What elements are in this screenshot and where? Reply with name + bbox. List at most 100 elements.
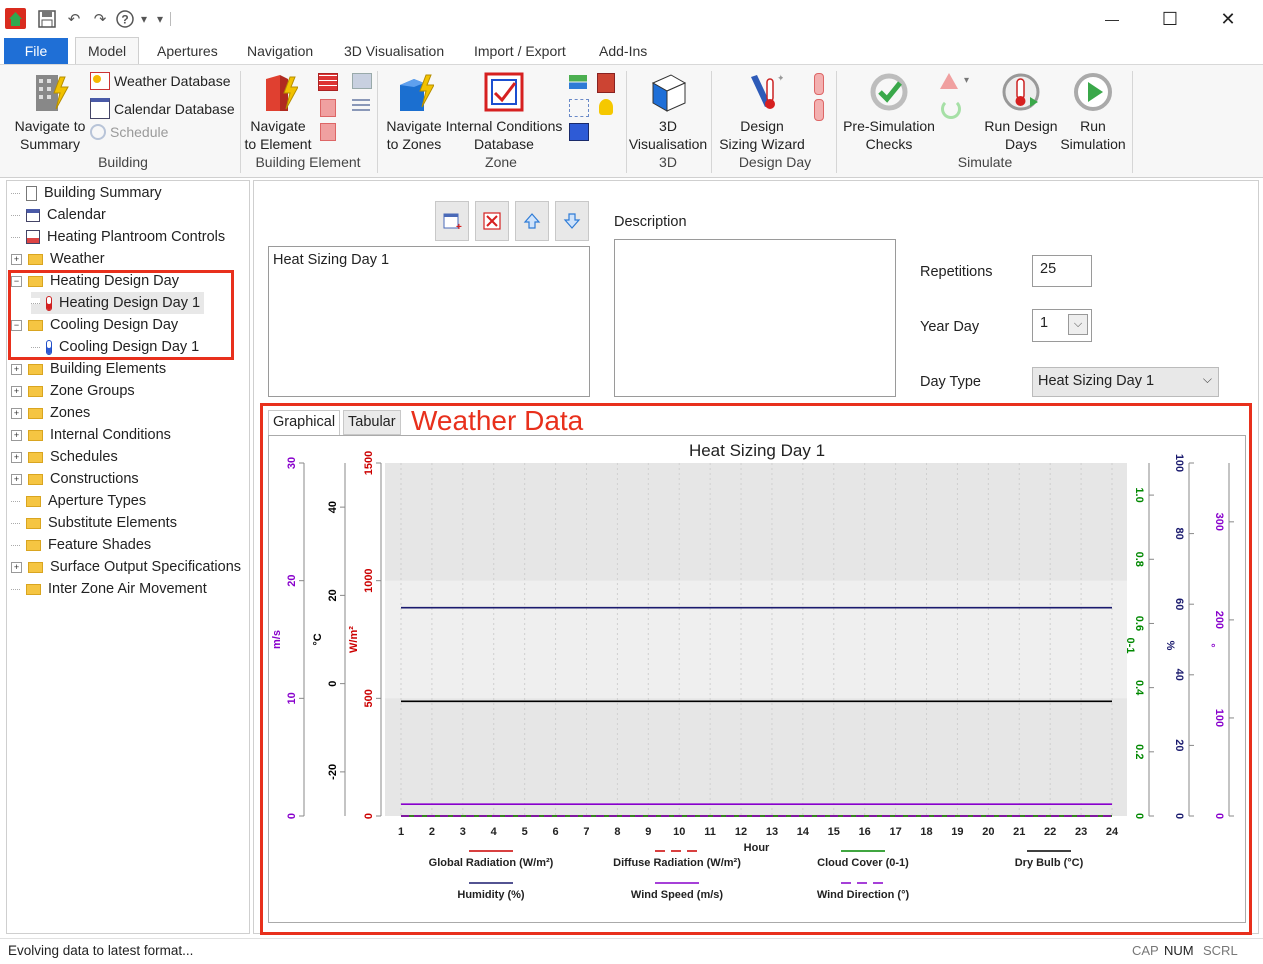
tab-3d-visualisation[interactable]: 3D Visualisation bbox=[332, 38, 456, 64]
x-tick-label: 23 bbox=[1075, 826, 1087, 838]
expand-icon[interactable]: + bbox=[11, 561, 22, 573]
zone-swap-icon[interactable] bbox=[569, 75, 587, 89]
tree-item[interactable]: + Surface Output Specifications bbox=[11, 556, 245, 578]
maximize-button[interactable]: ☐ bbox=[1141, 0, 1199, 38]
day-list[interactable]: Heat Sizing Day 1 bbox=[268, 246, 590, 397]
close-button[interactable]: ✕ bbox=[1199, 0, 1257, 38]
tree-item-label: Feature Shades bbox=[48, 537, 152, 553]
chart-title: Heat Sizing Day 1 bbox=[689, 441, 825, 460]
internal-conditions-database-button[interactable]: Internal Conditions Database bbox=[444, 71, 564, 153]
expand-icon[interactable]: + bbox=[11, 451, 22, 463]
folder-icon bbox=[28, 429, 43, 441]
arrow-down-icon bbox=[563, 213, 581, 229]
chart-frame: Heat Sizing Day 1 0 10 20 30 m/s -20 0 20 40 °C 0 50… bbox=[268, 435, 1246, 923]
move-up-button[interactable] bbox=[515, 201, 549, 241]
refresh-icon[interactable] bbox=[941, 99, 961, 119]
3d-label-1: 3D bbox=[659, 118, 677, 134]
wall-icon[interactable] bbox=[318, 73, 338, 91]
tab-add-ins[interactable]: Add-Ins bbox=[587, 38, 659, 64]
zone-edit-icon[interactable] bbox=[569, 123, 589, 141]
tab-import-export[interactable]: Import / Export bbox=[462, 38, 578, 64]
tree-item[interactable]: + Zones bbox=[11, 402, 94, 424]
day-list-item[interactable]: Heat Sizing Day 1 bbox=[269, 247, 589, 273]
expand-icon[interactable]: + bbox=[11, 407, 22, 419]
tree-item[interactable]: + Weather bbox=[11, 248, 109, 270]
axis-unit-label: °C bbox=[312, 633, 324, 645]
help-icon[interactable]: ? bbox=[114, 8, 136, 30]
tree-item[interactable]: Aperture Types bbox=[11, 490, 150, 512]
tree-item[interactable]: Substitute Elements bbox=[11, 512, 181, 534]
navigate-to-element-button[interactable]: Navigate to Element bbox=[243, 71, 313, 153]
move-down-button[interactable] bbox=[555, 201, 589, 241]
run-design-days-button[interactable]: Run Design Days bbox=[980, 71, 1062, 153]
tree-item[interactable]: Feature Shades bbox=[11, 534, 155, 556]
weather-database-button[interactable]: Weather Database bbox=[90, 72, 230, 90]
pre-simulation-checks-button[interactable]: Pre-Simulation Checks bbox=[840, 71, 938, 153]
delete-day-button[interactable] bbox=[475, 201, 509, 241]
tree-item[interactable]: + Internal Conditions bbox=[11, 424, 175, 446]
wall-add-icon[interactable] bbox=[320, 99, 336, 117]
tree-item[interactable]: + Constructions bbox=[11, 468, 143, 490]
expand-icon[interactable]: + bbox=[11, 385, 22, 397]
navigate-to-summary-button[interactable]: Navigate to Summary bbox=[8, 71, 92, 153]
schedule-button[interactable]: Schedule bbox=[90, 124, 168, 140]
tree-item[interactable]: Calendar bbox=[11, 204, 110, 226]
x-tick-label: 7 bbox=[583, 826, 589, 838]
paint-icon[interactable] bbox=[352, 73, 372, 89]
chevron-down-icon: ⌵ bbox=[1068, 314, 1088, 335]
tree-item-label: Weather bbox=[50, 251, 105, 267]
zone-lighting-icon[interactable] bbox=[599, 99, 613, 115]
day-type-select[interactable]: Heat Sizing Day 1 ⌵ bbox=[1032, 367, 1219, 397]
add-day-button[interactable]: + bbox=[435, 201, 469, 241]
tick-label: 0.6 bbox=[1133, 616, 1145, 631]
expand-icon[interactable]: + bbox=[11, 429, 22, 441]
customize-qat-icon[interactable]: ▾ bbox=[153, 8, 167, 30]
tree-item[interactable]: Building Summary bbox=[11, 182, 166, 204]
year-day-select[interactable]: 1 ⌵ bbox=[1032, 309, 1092, 342]
minimize-button[interactable]: — bbox=[1083, 0, 1141, 38]
status-cap: CAP bbox=[1132, 943, 1159, 958]
zone-temperature-icon[interactable] bbox=[597, 73, 615, 93]
tab-graphical[interactable]: Graphical bbox=[268, 410, 341, 435]
add-cooling-day-icon[interactable] bbox=[814, 99, 824, 121]
schedule-icon bbox=[90, 124, 106, 140]
tick-label: 100 bbox=[1213, 709, 1225, 727]
repetitions-input[interactable]: 25 bbox=[1032, 255, 1092, 287]
undo-icon[interactable]: ↶ bbox=[62, 8, 86, 30]
expand-icon[interactable]: + bbox=[11, 253, 22, 265]
wall-copy-icon[interactable] bbox=[320, 123, 336, 141]
description-field[interactable] bbox=[614, 239, 896, 397]
zone-link-icon[interactable] bbox=[569, 99, 589, 117]
warning-dropdown-icon[interactable]: ▾ bbox=[964, 75, 969, 86]
tree-item[interactable]: Inter Zone Air Movement bbox=[11, 578, 211, 600]
tab-file[interactable]: File bbox=[4, 38, 68, 64]
legend-label: Wind Speed (m/s) bbox=[631, 889, 724, 901]
help-dropdown-icon[interactable]: ▾ bbox=[137, 8, 151, 30]
3d-visualisation-button[interactable]: 3D Visualisation bbox=[628, 71, 708, 153]
expand-icon[interactable]: + bbox=[11, 473, 22, 485]
building-summary-icon bbox=[36, 75, 69, 111]
tab-model[interactable]: Model bbox=[75, 37, 140, 65]
tree-item[interactable]: + Building Elements bbox=[11, 358, 170, 380]
list-icon[interactable] bbox=[352, 99, 370, 113]
design-sizing-wizard-button[interactable]: ✦ Design Sizing Wizard bbox=[715, 71, 809, 153]
calendar-database-button[interactable]: Calendar Database bbox=[90, 98, 235, 119]
tree-item[interactable]: Heating Plantroom Controls bbox=[11, 226, 229, 248]
redo-icon[interactable]: ↷ bbox=[88, 8, 112, 30]
tree-item[interactable]: + Zone Groups bbox=[11, 380, 139, 402]
expand-icon[interactable]: + bbox=[11, 363, 22, 375]
tree-item[interactable]: + Schedules bbox=[11, 446, 122, 468]
save-icon[interactable] bbox=[36, 8, 58, 30]
building-icon bbox=[26, 185, 37, 201]
tab-navigation[interactable]: Navigation bbox=[235, 38, 325, 64]
warning-icon[interactable] bbox=[940, 73, 958, 89]
tab-tabular[interactable]: Tabular bbox=[343, 410, 401, 435]
x-tick-label: 17 bbox=[889, 826, 901, 838]
add-heating-day-icon[interactable] bbox=[814, 73, 824, 95]
group-simulate-label: Simulate bbox=[957, 154, 1013, 170]
navigate-to-zones-button[interactable]: Navigate to Zones bbox=[381, 71, 447, 153]
tab-apertures[interactable]: Apertures bbox=[145, 38, 230, 64]
run-simulation-button[interactable]: Run Simulation bbox=[1056, 71, 1130, 153]
run-sim-label-2: Simulation bbox=[1060, 136, 1126, 152]
tick-label: -20 bbox=[327, 764, 339, 780]
